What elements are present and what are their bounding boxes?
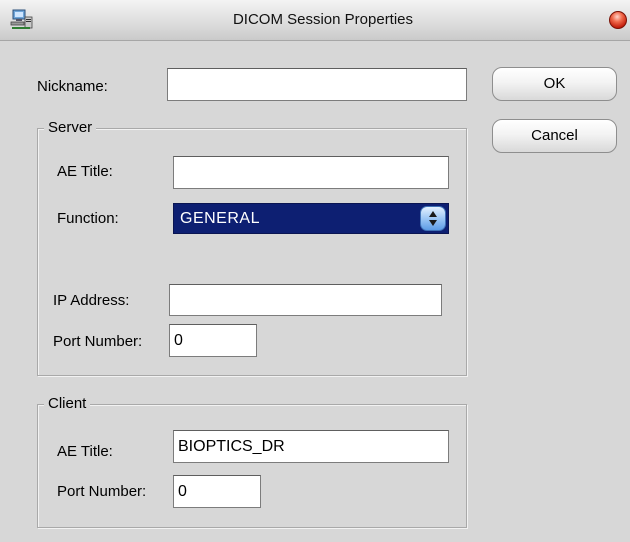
server-ae-title-input[interactable] [173,156,449,189]
server-group-legend: Server [44,119,97,136]
dialog-window: DICOM Session Properties Nickname: Serve… [0,0,630,542]
nickname-input[interactable] [167,68,467,101]
title-bar[interactable]: DICOM Session Properties [0,0,630,41]
nickname-label: Nickname: [37,78,108,95]
client-group-legend: Client [44,395,91,412]
ip-address-input[interactable] [169,284,442,316]
server-ae-title-label: AE Title: [57,163,113,180]
client-group: Client [37,395,467,528]
window-title: DICOM Session Properties [232,11,414,28]
ok-button[interactable]: OK [492,67,617,101]
function-select[interactable]: GENERAL [173,203,449,234]
client-port-number-input[interactable] [173,475,261,508]
function-selected-value: GENERAL [180,210,260,227]
cancel-button[interactable]: Cancel [492,119,617,153]
client-ae-title-label: AE Title: [57,443,113,460]
client-ae-title-input[interactable] [173,430,449,463]
ip-address-label: IP Address: [53,292,130,309]
server-port-number-label: Port Number: [53,333,143,350]
up-down-arrows-icon[interactable] [420,206,446,231]
close-icon[interactable] [609,11,627,29]
function-label: Function: [57,210,119,227]
client-port-number-label: Port Number: [57,483,147,500]
server-port-number-input[interactable] [169,324,257,357]
